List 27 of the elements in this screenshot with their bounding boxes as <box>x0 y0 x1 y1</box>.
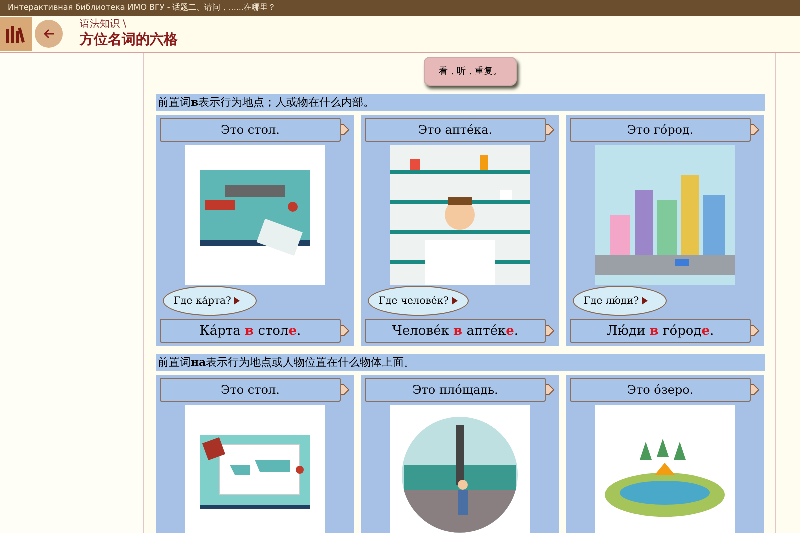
back-arrow-icon[interactable] <box>43 29 55 39</box>
rule-text: 前置词на表示行为地点或人物位置在什么物体上面。 <box>156 354 765 371</box>
speech-bubble[interactable]: Где лю́ди? <box>573 286 667 316</box>
breadcrumb[interactable]: 语法知识 \ <box>80 19 178 31</box>
play-icon[interactable] <box>642 297 648 305</box>
speech-bubble[interactable]: Где ка́рта? <box>163 286 257 316</box>
caption-bar[interactable]: Это пло́щадь. <box>365 378 546 402</box>
caption-bar[interactable]: Это стол. <box>160 118 341 142</box>
window-title: Интерактивная библиотека ИМО ВГУ - 话题二、请问，......在哪里？ <box>0 0 800 16</box>
caption-bar[interactable]: Это го́род. <box>570 118 751 142</box>
question-text: Где челове́к? <box>379 296 449 306</box>
back-button[interactable] <box>35 20 63 48</box>
caption-bar[interactable]: Это стол. <box>160 378 341 402</box>
answer-bar[interactable]: Ка́рта в столе. <box>160 319 341 343</box>
question-text: Где лю́ди? <box>584 296 640 306</box>
caption-bar[interactable]: Это апте́ка. <box>365 118 546 142</box>
answer-bar[interactable]: Лю́ди в го́роде. <box>570 319 751 343</box>
speech-bubble[interactable]: Где челове́к? <box>368 286 469 316</box>
play-icon[interactable] <box>452 297 458 305</box>
caption-bar[interactable]: Это о́зеро. <box>570 378 751 402</box>
question-text: Где ка́рта? <box>174 296 232 306</box>
rule-text: 前置词в表示行为地点；人或物在什么内部。 <box>156 94 765 111</box>
books-logo-icon <box>0 17 32 51</box>
look-listen-repeat-button[interactable]: 看，听，重复。 <box>424 57 517 86</box>
answer-bar[interactable]: Челове́к в апте́ке. <box>365 319 546 343</box>
page-title: 方位名词的六格 <box>80 31 178 49</box>
play-icon[interactable] <box>234 297 240 305</box>
